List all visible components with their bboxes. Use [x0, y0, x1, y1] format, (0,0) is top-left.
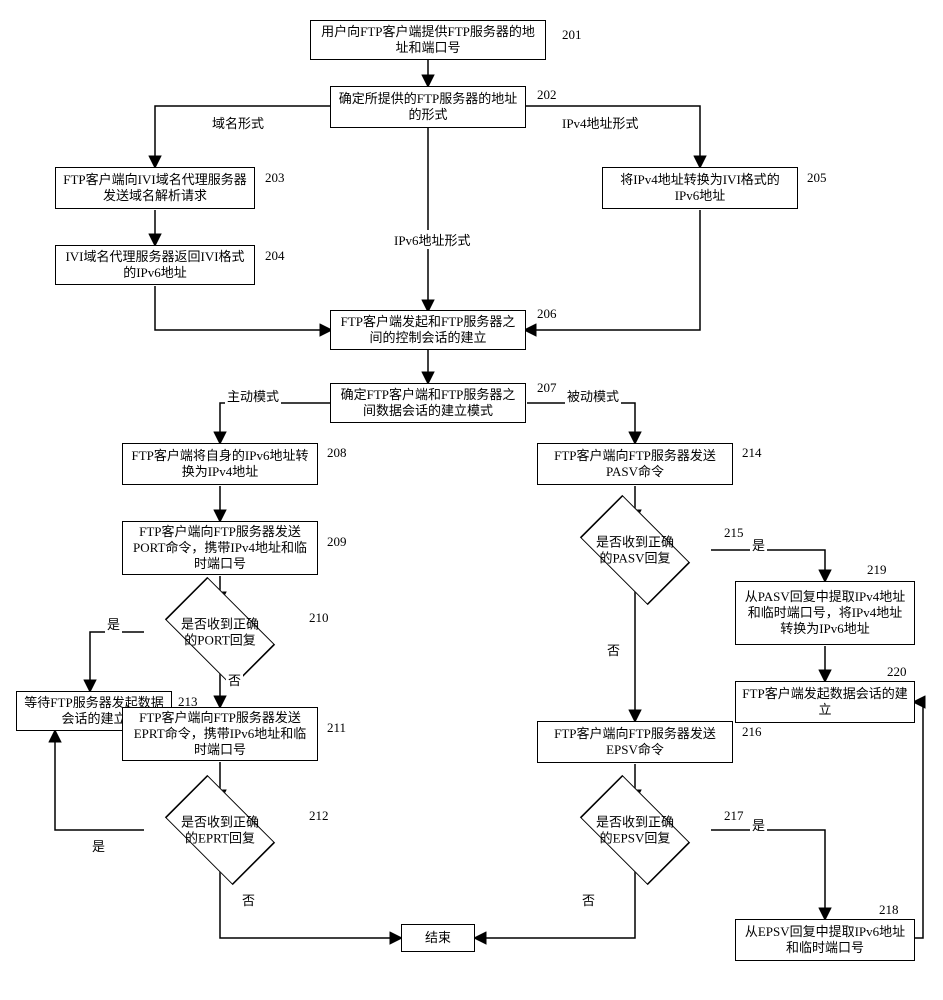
edge-210-no: 否	[226, 670, 243, 689]
label-214: 214	[740, 445, 764, 461]
edge-215-no: 否	[605, 640, 622, 659]
label-202: 202	[535, 87, 559, 103]
edge-215-yes: 是	[750, 535, 767, 554]
edge-active: 主动模式	[225, 386, 281, 405]
node-end-text: 结束	[425, 930, 451, 946]
label-209: 209	[325, 534, 349, 550]
node-215: 是否收到正确的PASV回复	[605, 520, 665, 580]
node-217: 是否收到正确的EPSV回复	[605, 800, 665, 860]
node-218-text: 从EPSV回复中提取IPv6地址和临时端口号	[742, 924, 908, 957]
label-212: 212	[307, 808, 331, 824]
node-211-text: FTP客户端向FTP服务器发送EPRT命令，携带IPv6地址和临时端口号	[129, 710, 311, 759]
node-216-text: FTP客户端向FTP服务器发送EPSV命令	[544, 726, 726, 759]
node-212-text: 是否收到正确的EPRT回复	[178, 814, 262, 845]
node-215-text: 是否收到正确的PASV回复	[593, 534, 677, 565]
flowchart-canvas: 用户向FTP客户端提供FTP服务器的地址和端口号 201 确定所提供的FTP服务…	[10, 10, 933, 990]
node-217-text: 是否收到正确的EPSV回复	[593, 814, 677, 845]
label-220: 220	[885, 664, 909, 680]
node-214-text: FTP客户端向FTP服务器发送PASV命令	[544, 448, 726, 481]
edge-ipv6: IPv6地址形式	[392, 230, 473, 249]
edge-217-yes: 是	[750, 815, 767, 834]
node-207-text: 确定FTP客户端和FTP服务器之间数据会话的建立模式	[337, 387, 519, 420]
node-204-text: IVI域名代理服务器返回IVI格式的IPv6地址	[62, 249, 248, 282]
node-206-text: FTP客户端发起和FTP服务器之间的控制会话的建立	[337, 314, 519, 347]
node-201-text: 用户向FTP客户端提供FTP服务器的地址和端口号	[317, 24, 539, 57]
edge-217-no: 否	[580, 890, 597, 909]
label-215: 215	[722, 525, 746, 541]
node-219-text: 从PASV回复中提取IPv4地址和临时端口号，将IPv4地址转换为IPv6地址	[742, 589, 908, 638]
node-211: FTP客户端向FTP服务器发送EPRT命令，携带IPv6地址和临时端口号	[122, 707, 318, 761]
label-218: 218	[877, 902, 901, 918]
node-206: FTP客户端发起和FTP服务器之间的控制会话的建立	[330, 310, 526, 350]
arrow-layer	[10, 10, 933, 990]
label-210: 210	[307, 610, 331, 626]
node-218: 从EPSV回复中提取IPv6地址和临时端口号	[735, 919, 915, 961]
edge-domain: 域名形式	[210, 113, 266, 132]
label-207: 207	[535, 380, 559, 396]
node-208-text: FTP客户端将自身的IPv6地址转换为IPv4地址	[129, 448, 311, 481]
edge-212-yes: 是	[90, 836, 107, 855]
label-203: 203	[263, 170, 287, 186]
label-205: 205	[805, 170, 829, 186]
label-216: 216	[740, 724, 764, 740]
label-204: 204	[263, 248, 287, 264]
node-219: 从PASV回复中提取IPv4地址和临时端口号，将IPv4地址转换为IPv6地址	[735, 581, 915, 645]
node-220: FTP客户端发起数据会话的建立	[735, 681, 915, 723]
label-206: 206	[535, 306, 559, 322]
edge-210-yes: 是	[105, 614, 122, 633]
node-207: 确定FTP客户端和FTP服务器之间数据会话的建立模式	[330, 383, 526, 423]
node-214: FTP客户端向FTP服务器发送PASV命令	[537, 443, 733, 485]
label-201: 201	[560, 27, 584, 43]
label-211: 211	[325, 720, 348, 736]
label-208: 208	[325, 445, 349, 461]
node-203: FTP客户端向IVI域名代理服务器发送域名解析请求	[55, 167, 255, 209]
node-220-text: FTP客户端发起数据会话的建立	[742, 686, 908, 719]
node-end: 结束	[401, 924, 475, 952]
node-201: 用户向FTP客户端提供FTP服务器的地址和端口号	[310, 20, 546, 60]
edge-passive: 被动模式	[565, 386, 621, 405]
node-202-text: 确定所提供的FTP服务器的地址的形式	[337, 91, 519, 124]
node-202: 确定所提供的FTP服务器的地址的形式	[330, 86, 526, 128]
node-210-text: 是否收到正确的PORT回复	[178, 616, 262, 647]
label-217: 217	[722, 808, 746, 824]
node-203-text: FTP客户端向IVI域名代理服务器发送域名解析请求	[62, 172, 248, 205]
node-210: 是否收到正确的PORT回复	[190, 602, 250, 662]
node-204: IVI域名代理服务器返回IVI格式的IPv6地址	[55, 245, 255, 285]
node-212: 是否收到正确的EPRT回复	[190, 800, 250, 860]
edge-212-no: 否	[240, 890, 257, 909]
node-209-text: FTP客户端向FTP服务器发送PORT命令，携带IPv4地址和临时端口号	[129, 524, 311, 573]
node-209: FTP客户端向FTP服务器发送PORT命令，携带IPv4地址和临时端口号	[122, 521, 318, 575]
node-205-text: 将IPv4地址转换为IVI格式的IPv6地址	[609, 172, 791, 205]
edge-ipv4: IPv4地址形式	[560, 113, 641, 132]
node-216: FTP客户端向FTP服务器发送EPSV命令	[537, 721, 733, 763]
node-208: FTP客户端将自身的IPv6地址转换为IPv4地址	[122, 443, 318, 485]
node-205: 将IPv4地址转换为IVI格式的IPv6地址	[602, 167, 798, 209]
label-219: 219	[865, 562, 889, 578]
